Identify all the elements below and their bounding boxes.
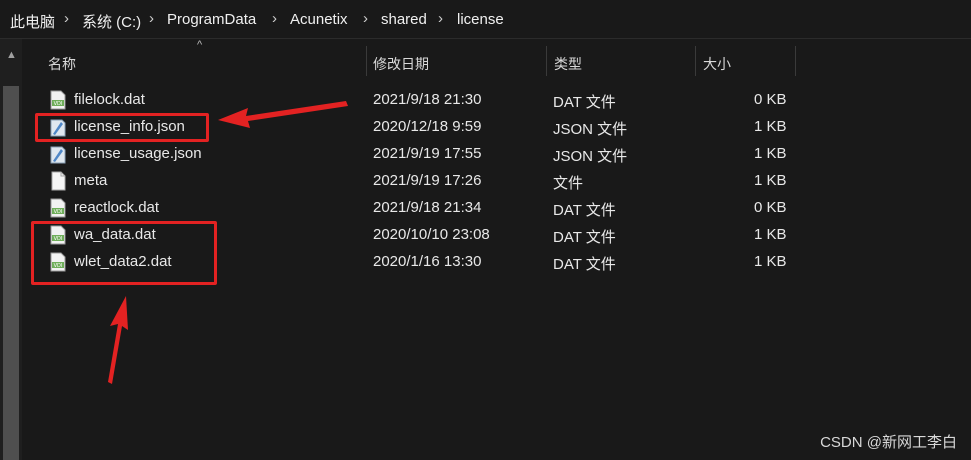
column-divider[interactable] bbox=[366, 46, 367, 76]
file-modified: 2021/9/18 21:30 bbox=[373, 91, 482, 108]
file-size: 0 KB bbox=[754, 91, 787, 108]
file-size: 1 KB bbox=[754, 226, 787, 243]
dat-file-icon: VDI bbox=[50, 198, 66, 218]
column-divider[interactable] bbox=[795, 46, 796, 76]
scrollbar-thumb[interactable] bbox=[3, 86, 19, 460]
file-row[interactable]: VDI reactlock.dat 2021/9/18 21:34 DAT 文件… bbox=[40, 195, 800, 222]
file-row[interactable]: VDI filelock.dat 2021/9/18 21:30 DAT 文件 … bbox=[40, 87, 800, 114]
breadcrumb-item-this-pc[interactable]: 此电脑 bbox=[10, 11, 55, 32]
file-modified: 2021/9/19 17:26 bbox=[373, 172, 482, 189]
breadcrumb-separator-icon[interactable]: › bbox=[149, 10, 154, 27]
svg-text:VDI: VDI bbox=[54, 101, 63, 107]
column-divider[interactable] bbox=[695, 46, 696, 76]
breadcrumb-item-acunetix[interactable]: Acunetix bbox=[290, 11, 348, 28]
file-size: 1 KB bbox=[754, 118, 787, 135]
annotation-arrow-icon bbox=[218, 101, 348, 128]
annotation-highlight-box bbox=[35, 113, 209, 142]
file-type: JSON 文件 bbox=[553, 121, 628, 138]
file-row[interactable]: license_usage.json 2021/9/19 17:55 JSON … bbox=[40, 141, 800, 168]
file-size: 1 KB bbox=[754, 253, 787, 270]
scroll-up-arrow-icon[interactable]: ▲ bbox=[6, 49, 17, 61]
file-name: filelock.dat bbox=[74, 91, 145, 108]
breadcrumb-item-shared[interactable]: shared bbox=[381, 11, 427, 28]
file-type: DAT 文件 bbox=[553, 256, 616, 273]
file-type: 文件 bbox=[553, 175, 584, 192]
breadcrumb-separator-icon[interactable]: › bbox=[438, 10, 443, 27]
file-name: license_usage.json bbox=[74, 145, 202, 162]
svg-text:VDI: VDI bbox=[54, 209, 63, 215]
file-row[interactable]: meta 2021/9/19 17:26 文件 1 KB bbox=[40, 168, 800, 195]
file-type: JSON 文件 bbox=[553, 148, 628, 165]
column-header-modified[interactable]: 修改日期 bbox=[373, 54, 429, 74]
sort-ascending-icon: ^ bbox=[197, 39, 203, 51]
address-bar[interactable]: 此电脑 › 系统 (C:) › ProgramData › Acunetix ›… bbox=[0, 0, 971, 38]
breadcrumb-item-license[interactable]: license bbox=[457, 11, 504, 28]
file-modified: 2020/10/10 23:08 bbox=[373, 226, 490, 243]
file-modified: 2020/1/16 13:30 bbox=[373, 253, 482, 270]
column-divider[interactable] bbox=[546, 46, 547, 76]
column-header-type[interactable]: 类型 bbox=[554, 54, 582, 74]
breadcrumb-separator-icon[interactable]: › bbox=[363, 10, 368, 27]
breadcrumb-separator-icon[interactable]: › bbox=[64, 10, 69, 27]
column-header-name[interactable]: 名称 bbox=[48, 54, 76, 74]
blank-file-icon bbox=[51, 171, 66, 191]
file-size: 1 KB bbox=[754, 145, 787, 162]
file-type: DAT 文件 bbox=[553, 202, 616, 219]
file-size: 0 KB bbox=[754, 199, 787, 216]
file-name: reactlock.dat bbox=[74, 199, 160, 216]
breadcrumb-item-system-drive[interactable]: 系统 (C:) bbox=[82, 11, 141, 32]
file-type: DAT 文件 bbox=[553, 94, 616, 111]
file-name: meta bbox=[74, 172, 108, 189]
json-file-icon bbox=[50, 146, 66, 164]
file-modified: 2020/12/18 9:59 bbox=[373, 118, 482, 135]
breadcrumb-separator-icon[interactable]: › bbox=[272, 10, 277, 27]
annotation-highlight-box bbox=[31, 221, 217, 285]
watermark: CSDN @新网工李白 bbox=[820, 434, 957, 451]
annotation-arrow-icon bbox=[108, 296, 128, 384]
breadcrumb-item-programdata[interactable]: ProgramData bbox=[167, 11, 256, 28]
file-type: DAT 文件 bbox=[553, 229, 616, 246]
dat-file-icon: VDI bbox=[50, 90, 66, 110]
file-modified: 2021/9/18 21:34 bbox=[373, 199, 482, 216]
file-size: 1 KB bbox=[754, 172, 787, 189]
file-modified: 2021/9/19 17:55 bbox=[373, 145, 482, 162]
column-header-size[interactable]: 大小 bbox=[703, 54, 731, 74]
